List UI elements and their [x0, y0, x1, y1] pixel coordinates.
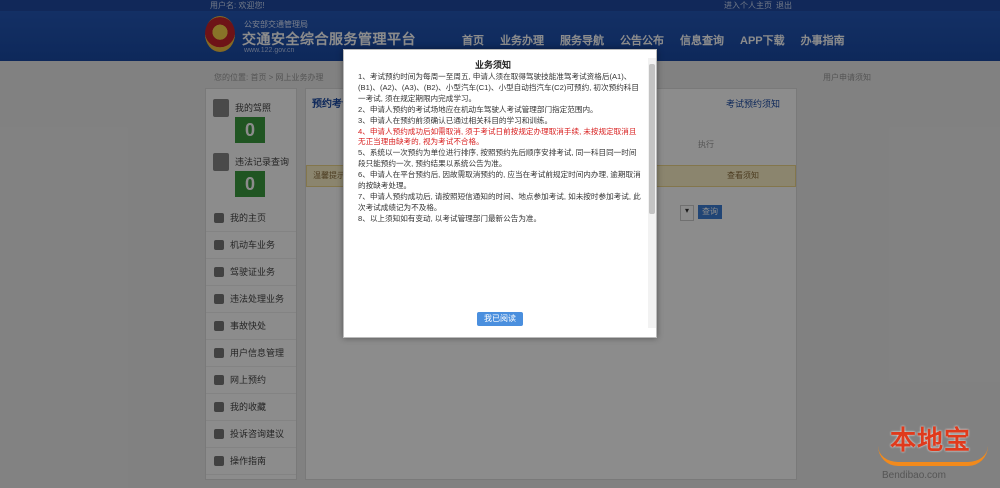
watermark-domain: Bendibao.com — [882, 470, 946, 481]
modal-paragraph: 3、申请人在预约前须确认已通过相关科目的学习和训练。 — [358, 115, 553, 125]
bendibao-watermark: 本地宝 Bendibao.com — [872, 420, 998, 486]
modal-paragraph: 7、申请人预约成功后, 请按照短信通知的时间、地点参加考试, 如未按时参加考试,… — [358, 191, 641, 212]
modal-paragraph: 6、申请人在平台预约后, 因故需取消预约的, 应当在考试前规定时间内办理, 逾期… — [358, 170, 641, 191]
modal-paragraph: 2、申请人预约的考试场地应在机动车驾驶人考试管理部门指定范围内。 — [358, 104, 598, 114]
modal-paragraph: 5、系统以一次预约为单位进行排序, 按照预约先后顺序安排考试, 同一科目同一时间… — [358, 148, 637, 169]
modal-scrollbar[interactable] — [648, 58, 656, 328]
modal-paragraph: 8、以上须知如有变动, 以考试管理部门最新公告为准。 — [358, 213, 542, 223]
watermark-swoosh-icon — [878, 446, 988, 466]
business-notice-modal: 业务须知 1、考试预约时间为每周一至周五, 申请人须在取得驾驶技能准驾考试资格后… — [343, 49, 657, 338]
modal-body: 1、考试预约时间为每周一至周五, 申请人须在取得驾驶技能准驾考试资格后(A1)、… — [358, 72, 642, 300]
modal-scrollbar-thumb[interactable] — [649, 64, 655, 214]
modal-paragraph: 1、考试预约时间为每周一至周五, 申请人须在取得驾驶技能准驾考试资格后(A1)、… — [358, 72, 639, 103]
modal-paragraph-warning: 4、申请人预约成功后如需取消, 须于考试日前按规定办理取消手续, 未按规定取消且… — [358, 126, 637, 147]
confirm-read-button[interactable]: 我已阅读 — [477, 312, 523, 326]
modal-title: 业务须知 — [474, 60, 511, 70]
